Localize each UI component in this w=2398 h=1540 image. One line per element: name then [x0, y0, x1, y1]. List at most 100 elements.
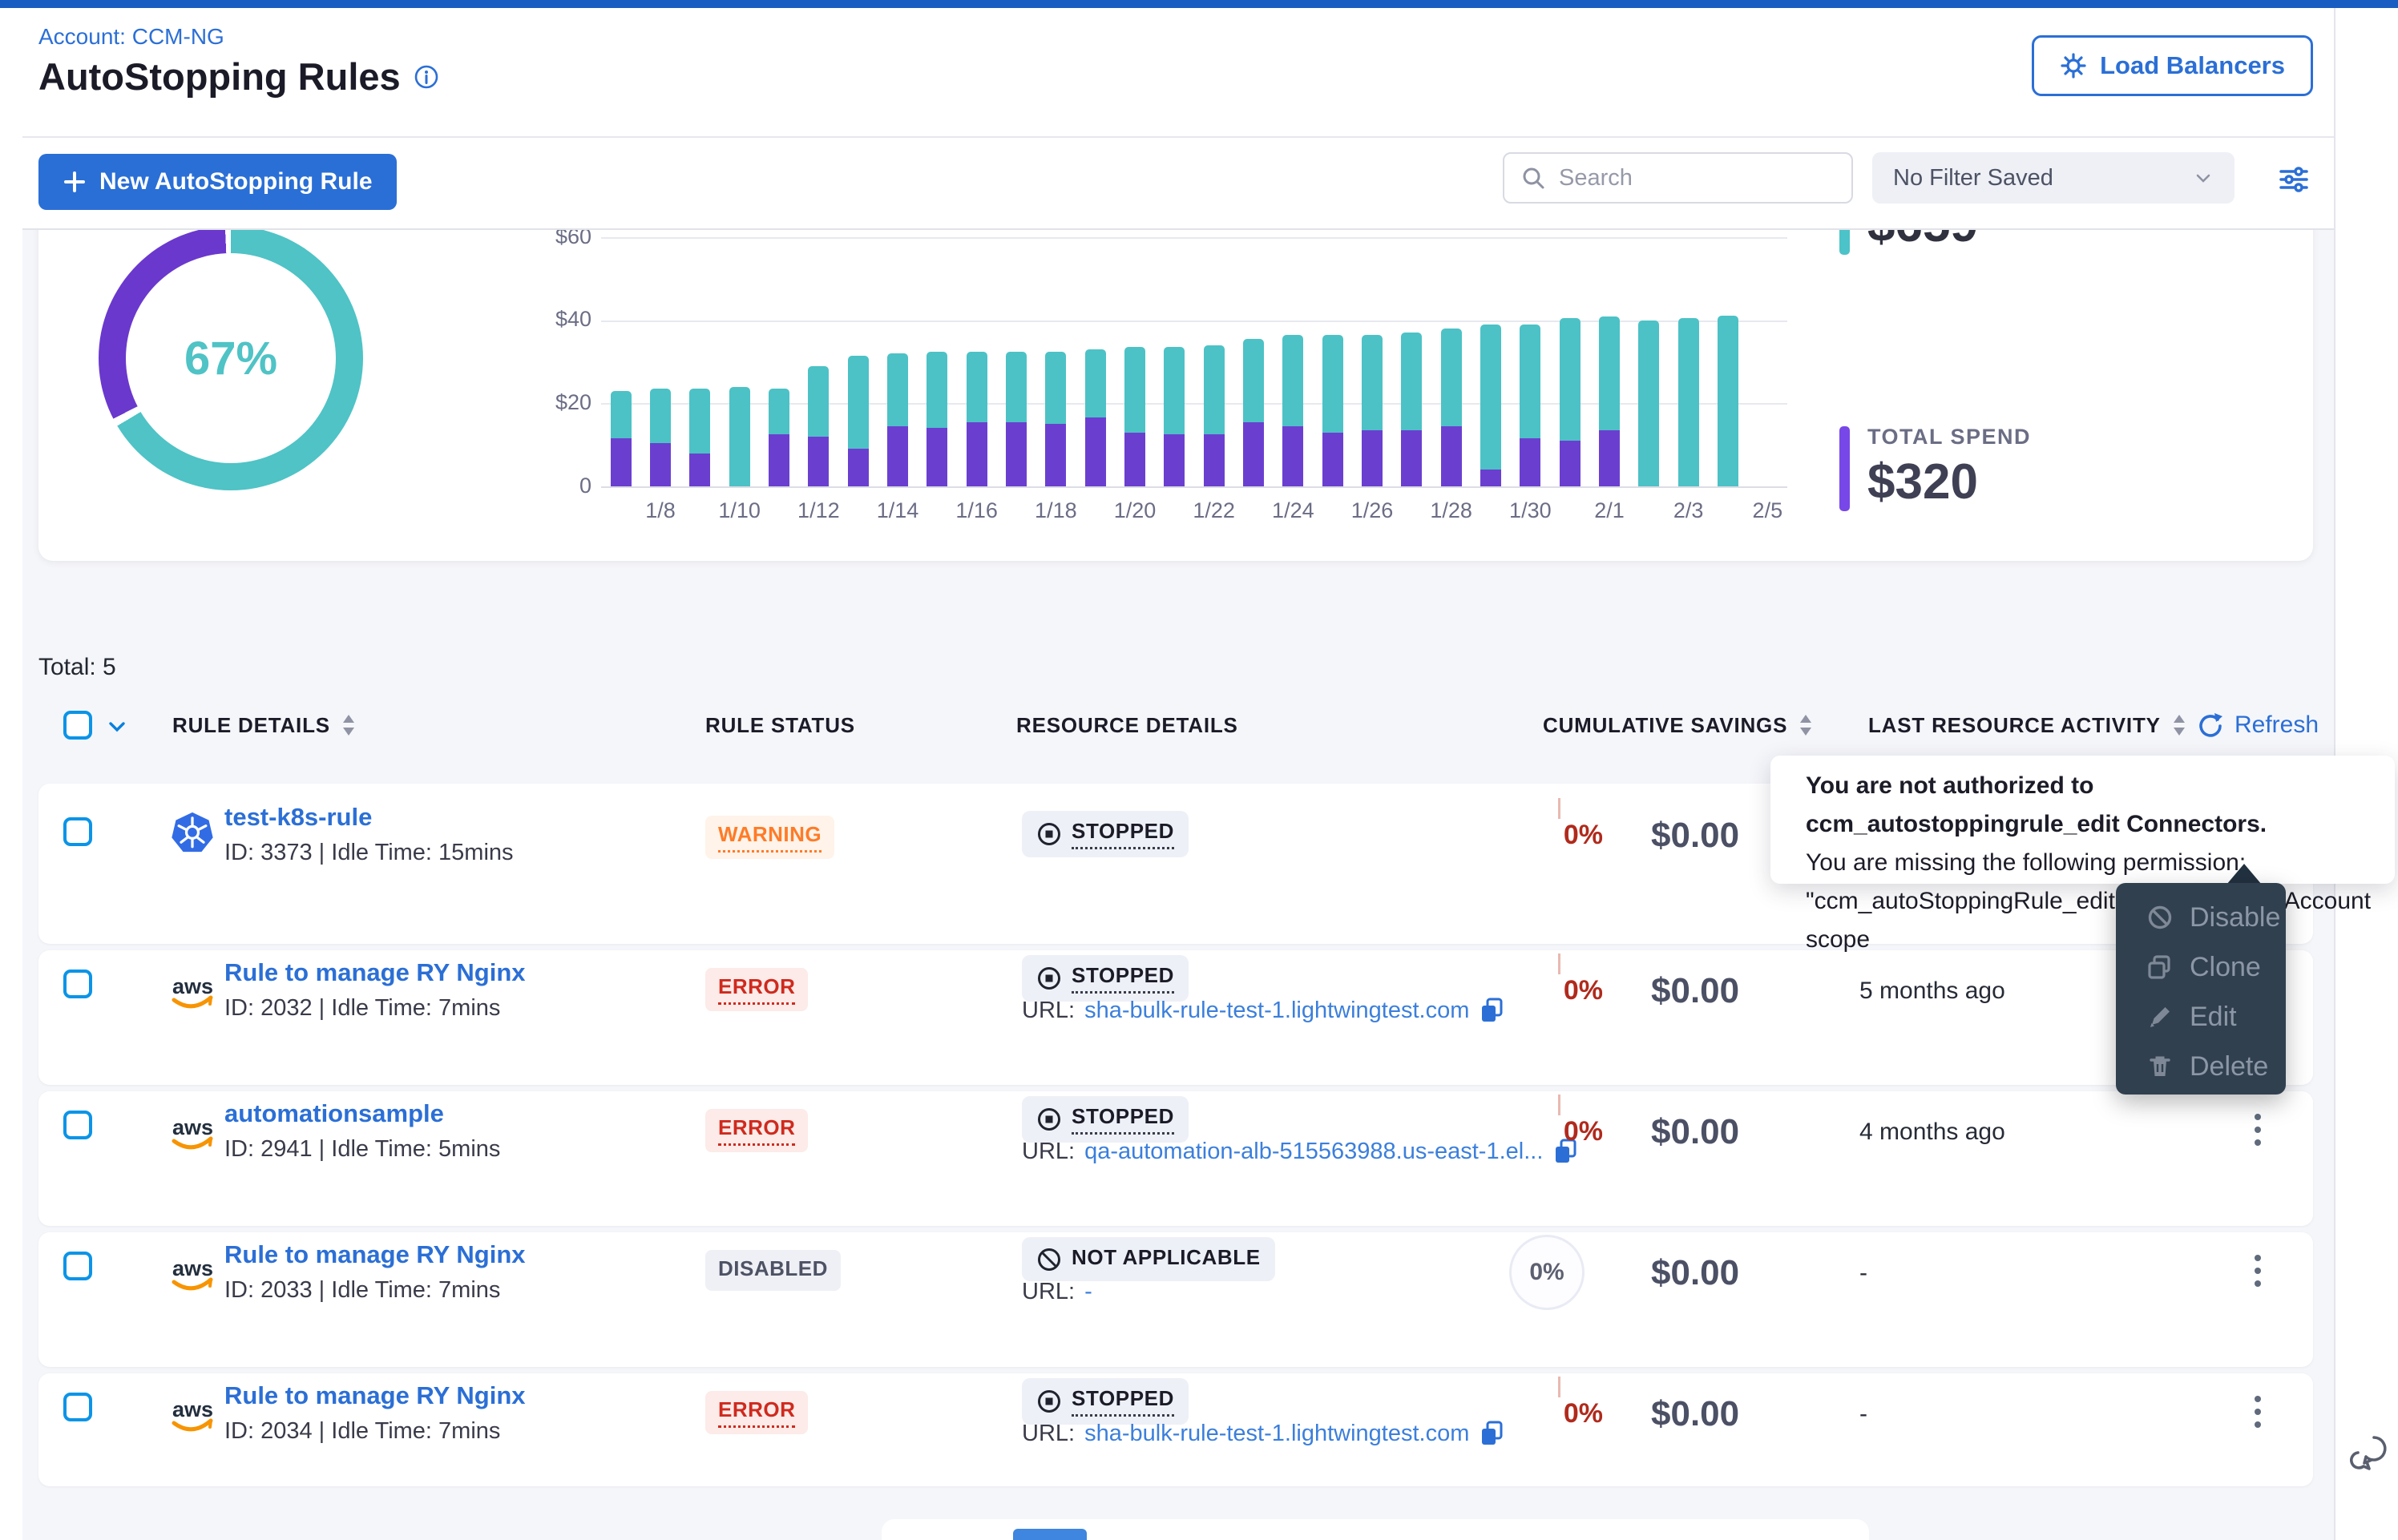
column-header-last-resource-activity[interactable]: LAST RESOURCE ACTIVITY — [1868, 705, 2186, 745]
saved-filter-dropdown[interactable]: No Filter Saved — [1872, 152, 2234, 204]
search-field[interactable] — [1503, 152, 1853, 204]
bar-1/16 — [967, 352, 987, 486]
svg-text:aws: aws — [172, 1256, 213, 1280]
rule-meta: ID: 3373 | Idle Time: 15mins — [224, 840, 514, 866]
row-actions-kebab[interactable] — [2239, 1111, 2277, 1154]
info-icon[interactable] — [414, 64, 439, 90]
rule-status-badge: ERROR — [705, 1391, 808, 1434]
not-applicable-icon — [1036, 1247, 1062, 1272]
resource-url-link[interactable]: qa-automation-alb-515563988.us-east-1.el… — [1084, 1139, 1543, 1165]
bar-1/15 — [926, 352, 947, 486]
search-input[interactable] — [1557, 164, 1825, 192]
bar-1/19 — [1085, 349, 1106, 486]
select-all-checkbox[interactable] — [63, 711, 92, 740]
row-actions-kebab[interactable] — [2239, 1393, 2277, 1436]
menu-item-edit[interactable]: Edit — [2116, 992, 2286, 1042]
rule-name-link[interactable]: Rule to manage RY Nginx — [224, 1381, 526, 1410]
pagination-current-page[interactable] — [1013, 1529, 1087, 1540]
bar-1/29 — [1480, 325, 1501, 486]
bar-1/27 — [1401, 333, 1422, 486]
rule-name-link[interactable]: automationsample — [224, 1099, 444, 1128]
savings-amount: $0.00 — [1651, 816, 1739, 856]
stopped-icon — [1036, 821, 1062, 847]
svg-text:aws: aws — [172, 974, 213, 998]
column-header-rule-details[interactable]: RULE DETAILS — [172, 705, 356, 745]
y-tick-20: $20 — [471, 390, 591, 415]
chevron-down-icon — [2193, 167, 2214, 188]
bar-1/12 — [808, 366, 829, 486]
resource-url: URL: - — [1022, 1279, 1092, 1305]
chat-bubbles-icon — [2347, 1432, 2392, 1477]
sort-icon[interactable] — [2172, 713, 2186, 737]
savings-percent: 0% — [1564, 975, 1603, 1006]
page-title: AutoStopping Rules — [38, 54, 401, 99]
row-checkbox[interactable] — [63, 1252, 92, 1280]
permission-tooltip: You are not authorized to ccm_autostoppi… — [1770, 756, 2395, 884]
rule-meta: ID: 2033 | Idle Time: 7mins — [224, 1277, 500, 1304]
rule-name-link[interactable]: test-k8s-rule — [224, 803, 372, 832]
x-tick-label: 1/14 — [862, 498, 934, 523]
url-label: URL: — [1022, 1421, 1075, 1447]
x-tick-label: 2/1 — [1573, 498, 1645, 523]
savings-percent: 0% — [1564, 820, 1603, 851]
resource-url-link[interactable]: sha-bulk-rule-test-1.lightwingtest.com — [1084, 1421, 1469, 1447]
x-tick-label: 1/10 — [704, 498, 776, 523]
bar-chart-x-axis: 1/81/101/121/141/161/181/201/221/241/261… — [601, 498, 1787, 526]
resource-state-badge: STOPPED — [1022, 1096, 1189, 1143]
platform-icon: aws — [170, 1391, 215, 1436]
new-rule-label: New AutoStopping Rule — [99, 168, 373, 196]
autostopping-rules-page: 67% $60 $40 $20 0 1/81/101/121/141/161/1… — [0, 0, 2398, 1540]
new-autostopping-rule-button[interactable]: New AutoStopping Rule — [38, 154, 397, 210]
toolbar: New AutoStopping Rule No Filter Saved — [22, 136, 2334, 230]
x-tick-label: 1/26 — [1336, 498, 1408, 523]
donut-percent-label: 67% — [184, 332, 277, 385]
savings-percent-cell: 0% — [1491, 1232, 1603, 1312]
filter-panel-button[interactable] — [2275, 160, 2313, 199]
rule-meta: ID: 2034 | Idle Time: 7mins — [224, 1418, 500, 1445]
menu-item-clone[interactable]: Clone — [2116, 942, 2286, 992]
savings-percent-cell: 0% — [1491, 950, 1603, 1030]
help-chat-button[interactable] — [2347, 1432, 2392, 1477]
menu-item-disable[interactable]: Disable — [2116, 893, 2286, 942]
resource-url-link[interactable]: sha-bulk-rule-test-1.lightwingtest.com — [1084, 998, 1469, 1024]
row-checkbox[interactable] — [63, 1393, 92, 1421]
rule-name-link[interactable]: Rule to manage RY Nginx — [224, 958, 526, 987]
bar-1/26 — [1362, 335, 1383, 486]
bar-1/28 — [1441, 329, 1462, 486]
menu-item-delete[interactable]: Delete — [2116, 1042, 2286, 1091]
table-row: aws Rule to manage RY Nginx ID: 2033 | I… — [38, 1232, 2313, 1367]
disable-icon — [2146, 904, 2174, 931]
row-actions-kebab[interactable] — [2239, 1252, 2277, 1295]
sort-icon[interactable] — [1798, 713, 1813, 737]
table-row: aws Rule to manage RY Nginx ID: 2034 | I… — [38, 1373, 2313, 1486]
load-balancers-button[interactable]: Load Balancers — [2032, 35, 2313, 96]
bar-2/4 — [1718, 316, 1738, 486]
table-row: aws Rule to manage RY Nginx ID: 2032 | I… — [38, 950, 2313, 1085]
platform-icon: aws — [170, 968, 215, 1013]
refresh-button[interactable]: Refresh — [2196, 705, 2319, 745]
x-tick-label: 1/24 — [1257, 498, 1329, 523]
bar-chart-plot — [601, 237, 1787, 486]
column-header-resource-details: RESOURCE DETAILS — [1016, 705, 1238, 745]
row-checkbox[interactable] — [63, 970, 92, 998]
row-checkbox[interactable] — [63, 817, 92, 846]
savings-percent: 0% — [1509, 1235, 1585, 1310]
resource-url-link[interactable]: - — [1084, 1279, 1092, 1305]
clone-icon — [2146, 953, 2174, 981]
sort-icon[interactable] — [341, 713, 356, 737]
row-checkbox[interactable] — [63, 1111, 92, 1139]
breadcrumb-account-link[interactable]: Account: CCM-NG — [38, 24, 224, 50]
last-activity: 4 months ago — [1859, 1119, 2005, 1146]
tooltip-line-2: You are missing the following permission… — [1806, 844, 2395, 882]
sliders-icon — [2275, 160, 2313, 199]
x-tick-label: 1/16 — [941, 498, 1013, 523]
x-tick-label: 1/8 — [624, 498, 696, 523]
rules-total-count: Total: 5 — [38, 654, 116, 681]
column-header-cumulative-savings[interactable]: CUMULATIVE SAVINGS — [1543, 705, 1813, 745]
rule-name-link[interactable]: Rule to manage RY Nginx — [224, 1240, 526, 1269]
resource-state-badge: STOPPED — [1022, 955, 1189, 1002]
savings-amount: $0.00 — [1651, 971, 1739, 1011]
last-activity: - — [1859, 1260, 1867, 1287]
url-label: URL: — [1022, 998, 1075, 1024]
select-menu-chevron-icon[interactable] — [105, 715, 129, 739]
